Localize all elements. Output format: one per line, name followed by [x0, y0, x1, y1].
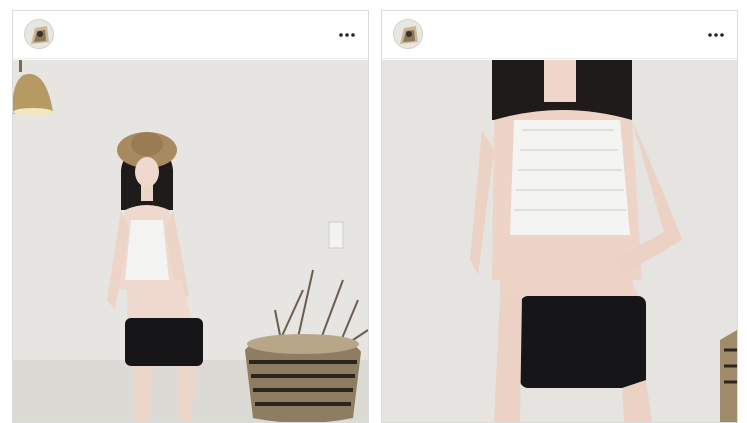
post-photo[interactable] — [382, 60, 737, 422]
post-photo[interactable] — [13, 60, 368, 422]
post-header — [13, 11, 368, 59]
more-options-icon[interactable] — [336, 25, 358, 45]
post-header — [382, 11, 737, 59]
user-avatar[interactable] — [393, 19, 423, 49]
post-card-1 — [12, 10, 369, 423]
post-card-2 — [381, 10, 738, 423]
more-options-icon[interactable] — [705, 25, 727, 45]
user-avatar[interactable] — [24, 19, 54, 49]
